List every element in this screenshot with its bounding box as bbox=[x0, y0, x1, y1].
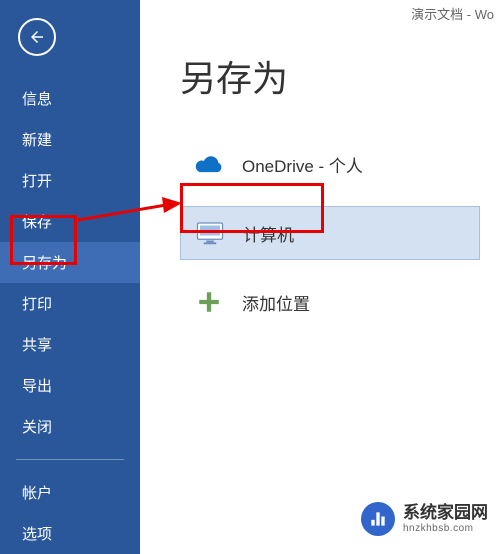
sidebar-item-new[interactable]: 新建 bbox=[0, 119, 140, 160]
sidebar: 信息 新建 打开 保存 另存为 打印 共享 导出 关闭 帐户 选项 bbox=[0, 0, 140, 554]
sidebar-separator bbox=[16, 459, 124, 460]
sidebar-item-close[interactable]: 关闭 bbox=[0, 406, 140, 447]
cloud-icon bbox=[194, 150, 224, 178]
sidebar-item-share[interactable]: 共享 bbox=[0, 324, 140, 365]
watermark-title: 系统家园网 bbox=[403, 503, 488, 523]
arrow-left-icon bbox=[28, 28, 46, 46]
plus-icon bbox=[194, 288, 224, 316]
sidebar-item-print[interactable]: 打印 bbox=[0, 283, 140, 324]
sidebar-item-info[interactable]: 信息 bbox=[0, 78, 140, 119]
sidebar-item-save[interactable]: 保存 bbox=[0, 201, 140, 242]
location-label: 计算机 bbox=[243, 221, 294, 246]
watermark-url: hnzkhbsb.com bbox=[403, 523, 488, 535]
sidebar-item-saveas[interactable]: 另存为 bbox=[0, 242, 140, 283]
location-label: 添加位置 bbox=[242, 290, 310, 315]
sidebar-item-options[interactable]: 选项 bbox=[0, 513, 140, 554]
sidebar-item-open[interactable]: 打开 bbox=[0, 160, 140, 201]
page-title: 另存为 bbox=[180, 50, 500, 102]
location-onedrive[interactable]: OneDrive - 个人 bbox=[180, 138, 480, 190]
location-add[interactable]: 添加位置 bbox=[180, 276, 480, 328]
location-computer[interactable]: 计算机 bbox=[180, 206, 480, 260]
watermark-logo-icon bbox=[361, 502, 395, 536]
sidebar-item-export[interactable]: 导出 bbox=[0, 365, 140, 406]
main-panel: 另存为 OneDrive - 个人 计算机 添加位置 bbox=[140, 0, 500, 344]
computer-icon bbox=[195, 219, 225, 247]
watermark: 系统家园网 hnzkhbsb.com bbox=[361, 502, 488, 536]
location-label: OneDrive - 个人 bbox=[242, 152, 363, 177]
back-button[interactable] bbox=[18, 18, 56, 56]
sidebar-item-account[interactable]: 帐户 bbox=[0, 472, 140, 513]
